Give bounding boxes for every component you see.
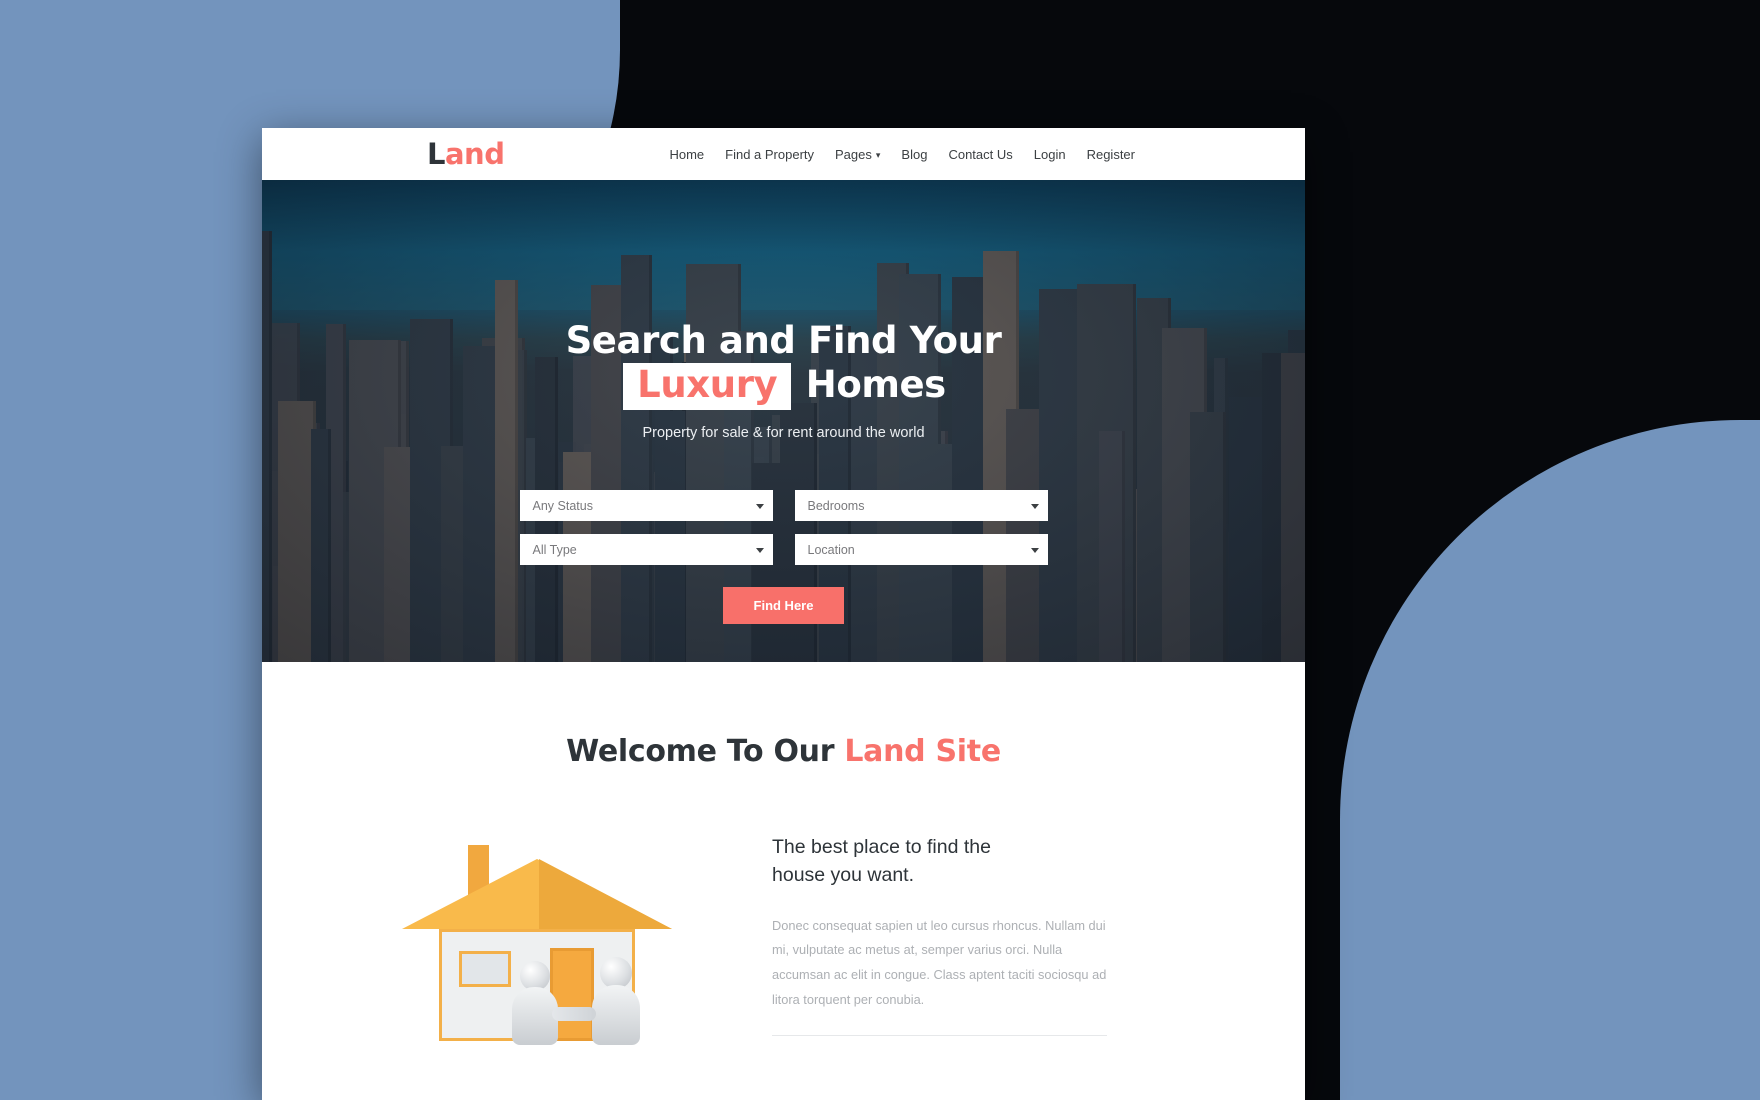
logo-rest: and [444, 136, 505, 171]
status-select[interactable]: Any Status [519, 490, 773, 521]
nav-label: Find a Property [725, 146, 815, 162]
about-text-column: The best place to find the house you wan… [772, 811, 1193, 1037]
logo-first-letter: L [427, 136, 445, 171]
property-search-form: Any Status Bedrooms All Type Location Fi… [519, 490, 1048, 624]
bedrooms-select[interactable]: Bedrooms [794, 490, 1048, 521]
nav-item-pages[interactable]: Pages ▾ [835, 147, 880, 162]
hero-title-after: Homes [805, 363, 946, 407]
nav-label: Blog [901, 146, 928, 162]
search-row-1: Any Status Bedrooms [519, 490, 1048, 521]
website-mockup: Land Home Find a Property Pages ▾ Blog Co… [262, 128, 1305, 1100]
nav-item-find-a-property[interactable]: Find a Property [725, 147, 814, 162]
nav-label: Login [1033, 146, 1066, 162]
nav-item-blog[interactable]: Blog [901, 147, 927, 162]
hero-title-badge: Luxury [623, 363, 792, 410]
chevron-down-icon [755, 547, 764, 553]
chevron-down-icon: ▾ [875, 149, 881, 160]
nav-label: Home [669, 146, 705, 162]
type-select[interactable]: All Type [519, 534, 773, 565]
welcome-heading: Welcome To Our Land Site [262, 734, 1305, 769]
nav-item-home[interactable]: Home [669, 147, 704, 162]
decorative-blob-left-band [0, 370, 300, 1100]
hero-title: Search and Find Your Luxury Homes [474, 319, 1094, 410]
screenshot-canvas: Land Home Find a Property Pages ▾ Blog Co… [0, 0, 1760, 1100]
welcome-section: Welcome To Our Land Site The best place … [262, 662, 1305, 1045]
house-roof-shade [539, 859, 672, 929]
house-illustration [380, 811, 752, 1045]
site-header: Land Home Find a Property Pages ▾ Blog Co… [262, 128, 1305, 180]
about-divider [772, 1035, 1107, 1037]
find-here-button[interactable]: Find Here [722, 587, 845, 624]
hero-banner: Search and Find Your Luxury Homes Proper… [262, 180, 1305, 662]
about-block: The best place to find the house you wan… [262, 811, 1305, 1045]
nav-label: Register [1086, 146, 1135, 162]
welcome-heading-dark: Welcome To Our [566, 734, 835, 769]
main-navigation: Home Find a Property Pages ▾ Blog Contact… [669, 147, 1135, 162]
house-window-icon [459, 951, 511, 987]
house-graphic [402, 811, 687, 1045]
search-row-2: All Type Location [519, 534, 1048, 565]
chevron-down-icon [1030, 503, 1039, 509]
person-left-body [512, 987, 558, 1045]
nav-label: Pages [835, 146, 872, 162]
logo[interactable]: Land [427, 136, 505, 171]
about-subheading: The best place to find the house you wan… [772, 836, 991, 887]
hero-subtitle: Property for sale & for rent around the … [642, 424, 925, 441]
about-paragraph: Donec consequat sapien ut leo cursus rho… [772, 917, 1107, 1008]
location-select-value: Location [807, 542, 855, 557]
hero-content: Search and Find Your Luxury Homes Proper… [262, 180, 1305, 441]
type-select-value: All Type [532, 542, 577, 557]
nav-item-register[interactable]: Register [1087, 147, 1135, 162]
nav-item-login[interactable]: Login [1034, 147, 1066, 162]
hero-title-before: Search and Find Your [565, 319, 1002, 362]
nav-label: Contact Us [948, 146, 1013, 162]
status-select-value: Any Status [532, 498, 593, 513]
decorative-blob-right-upper [1340, 420, 1760, 840]
chevron-down-icon [755, 503, 764, 509]
decorative-blob-right-lower [1340, 830, 1760, 1100]
search-submit-row: Find Here [520, 587, 1048, 624]
nav-item-contact-us[interactable]: Contact Us [948, 147, 1012, 162]
welcome-heading-accent: Land Site [844, 734, 1001, 769]
chevron-down-icon [1030, 547, 1039, 553]
location-select[interactable]: Location [794, 534, 1048, 565]
handshake-icon [552, 1007, 596, 1021]
person-right-body [592, 985, 640, 1045]
bedrooms-select-value: Bedrooms [807, 498, 865, 513]
